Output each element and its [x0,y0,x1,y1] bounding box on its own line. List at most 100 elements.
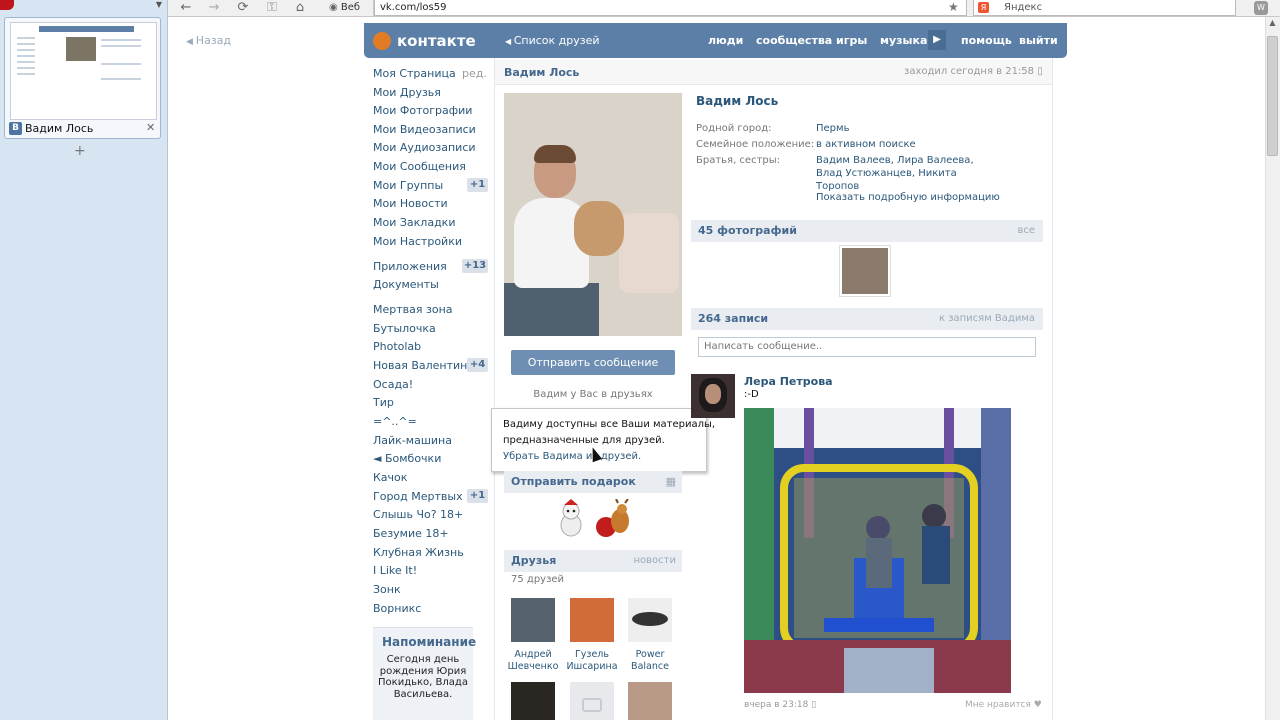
friend-name[interactable]: Power Balance [620,649,680,673]
tab-list-icon[interactable]: ▼ [150,0,168,10]
menu-my-settings[interactable]: Мои Настройки [373,235,462,248]
friend-avatar[interactable] [511,682,555,720]
menu-group-item[interactable]: =^..^= [373,415,417,428]
photos-section-header[interactable]: 45 фотографий все [691,220,1043,242]
friend-avatar[interactable] [570,598,614,642]
profile-avatar[interactable] [504,93,682,336]
group-badge[interactable]: +4 [467,358,488,372]
post-date[interactable]: вчера в 23:18 ▯ [744,700,816,710]
friend-name[interactable]: Андрей Шевченко [503,649,563,673]
menu-group-item[interactable]: Осада! [373,378,413,391]
menu-group-item[interactable]: Зонк [373,583,401,596]
menu-my-photos[interactable]: Мои Фотографии [373,104,472,117]
menu-my-bookmarks[interactable]: Мои Закладки [373,216,455,229]
friends-section-header[interactable]: Друзья новости [504,550,682,572]
nav-help[interactable]: помощь [961,34,1012,47]
search-input[interactable]: Яндекс [973,0,1236,16]
menu-group-item[interactable]: Ворникс [373,602,421,615]
wall-post-input[interactable]: Написать сообщение.. [698,337,1036,357]
menu-group-item[interactable]: Безумие 18+ [373,527,449,540]
back-icon[interactable]: ← [176,0,196,16]
menu-group-item[interactable]: Слышь Чо? 18+ [373,508,463,521]
friend-name[interactable]: Гузель Ишсарина [562,649,622,673]
menu-group-item[interactable]: Лайк-машина [373,434,452,447]
menu-group-item[interactable]: Мертвая зона [373,303,453,316]
groups-badge[interactable]: +1 [467,178,488,192]
nav-music[interactable]: музыка [880,34,927,47]
photo-thumbnail[interactable] [840,246,890,296]
web-chip[interactable]: ◉ Веб [329,0,374,16]
friend-avatar[interactable] [511,598,555,642]
menu-my-news[interactable]: Мои Новости [373,197,448,210]
post-photo[interactable] [744,408,1011,693]
group-badge[interactable]: +1 [467,489,488,503]
opera-menu-icon[interactable]: W [1254,1,1268,15]
info-value-link[interactable]: в активном поиске [816,138,916,151]
nav-communities[interactable]: сообщества [756,34,832,47]
scroll-up-icon[interactable]: ▲ [1266,18,1279,31]
star-icon[interactable]: ★ [948,0,959,14]
puppy-gift-icon[interactable] [556,499,586,539]
address-bar[interactable]: vk.com/los59 [374,0,967,16]
menu-group-item[interactable]: Тир [373,396,394,409]
friend-avatar[interactable] [628,598,672,642]
back-link[interactable]: ◀ Назад [186,34,231,47]
menu-my-messages[interactable]: Мои Сообщения [373,160,466,173]
new-tab-icon[interactable]: + [74,143,86,159]
info-value-link[interactable]: Пермь [816,122,849,135]
friend-first-name: Гузель [575,649,609,660]
info-value-link[interactable]: Вадим Валеев, Лира Валеева, Влад Устюжан… [816,154,984,193]
menu-apps[interactable]: Приложения [373,260,447,273]
photos-all-link[interactable]: все [1017,220,1035,242]
remove-friend-link[interactable]: Убрать Вадима из друзей. [503,451,641,462]
menu-my-groups[interactable]: Мои Группы [373,179,443,192]
nav-games[interactable]: игры [836,34,867,47]
post-author-avatar[interactable] [691,374,735,418]
play-icon[interactable]: ▶ [928,30,946,50]
reminder-text[interactable]: Сегодня день рождения Юрия Покидько, Вла… [378,654,468,700]
gift-section-header[interactable]: Отправить подарок ▦ [504,471,682,493]
tab-title: Вадим Лось [25,122,94,135]
home-icon[interactable]: ⌂ [290,0,310,16]
apps-badge[interactable]: +13 [462,259,488,273]
menu-group-item[interactable]: I Like It! [373,564,417,577]
menu-group-item[interactable]: Бутылочка [373,322,436,335]
scroll-thumb[interactable] [1267,36,1278,156]
nav-logout[interactable]: выйти [1019,34,1058,47]
menu-my-videos[interactable]: Мои Видеозаписи [373,123,476,136]
friend-avatar[interactable] [570,682,614,720]
post-author[interactable]: Лера Петрова [744,375,833,388]
friend-avatar[interactable] [628,682,672,720]
menu-my-page[interactable]: Моя Страница [373,67,456,80]
send-message-button[interactable]: Отправить сообщение [511,350,675,375]
friends-news-link[interactable]: новости [634,550,677,572]
menu-group-item[interactable]: ◄ Бомбочки [373,452,441,465]
friend-status[interactable]: Вадим у Вас в друзьях [504,389,682,400]
more-info-link[interactable]: Показать подробную информацию [816,192,1000,203]
like-button[interactable]: Мне нравится ♥ [965,700,1042,710]
vk-logo[interactable]: контакте [397,32,476,50]
info-label: Родной город: [696,123,772,134]
edit-link[interactable]: ред. [462,67,487,80]
menu-my-audio[interactable]: Мои Аудиозаписи [373,141,476,154]
friends-list-link[interactable]: ◀ Список друзей [505,34,600,47]
posts-section-header[interactable]: 264 записи к записям Вадима [691,308,1043,330]
menu-group-item[interactable]: Город Мертвых [373,490,463,503]
reindeer-gift-icon[interactable] [592,499,632,539]
posts-link[interactable]: к записям Вадима [939,308,1035,330]
menu-group-item[interactable]: Качок [373,471,407,484]
tooltip-text: Вадиму доступны все Ваши материалы, [503,419,716,430]
yandex-icon: Я [978,2,989,13]
opera-menu-icon[interactable] [0,0,14,10]
reload-icon[interactable]: ⟳ [233,0,253,16]
menu-group-item[interactable]: Photolab [373,340,421,353]
nav-people[interactable]: люди [708,34,743,47]
menu-group-item[interactable]: Новая Валентинка [373,359,481,372]
forward-icon[interactable]: → [204,0,224,16]
key-icon[interactable]: ⚿ [262,0,282,16]
menu-group-item[interactable]: Клубная Жизнь [373,546,464,559]
browser-tab[interactable]: В Вадим Лось ✕ [4,17,161,139]
menu-my-friends[interactable]: Мои Друзья [373,86,441,99]
menu-documents[interactable]: Документы [373,278,439,291]
close-icon[interactable]: ✕ [146,121,155,134]
